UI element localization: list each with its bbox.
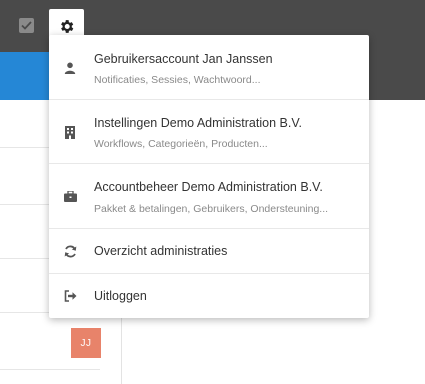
menu-item-title: Gebruikersaccount Jan Janssen bbox=[94, 52, 273, 66]
menu-item-title: Uitloggen bbox=[94, 289, 147, 303]
menu-item-administrations-overview[interactable]: Overzicht administraties bbox=[49, 229, 369, 273]
building-icon bbox=[63, 125, 77, 139]
menu-item-title: Instellingen Demo Administration B.V. bbox=[94, 116, 302, 130]
list-divider bbox=[0, 369, 100, 370]
menu-item-subtitle: Notificaties, Sessies, Wachtwoord... bbox=[94, 74, 261, 86]
menu-item-title: Overzicht administraties bbox=[94, 244, 228, 258]
user-icon bbox=[63, 61, 77, 75]
briefcase-icon bbox=[63, 189, 77, 203]
menu-item-settings[interactable]: Instellingen Demo Administration B.V. Wo… bbox=[49, 100, 369, 163]
gear-icon bbox=[61, 19, 74, 33]
refresh-icon bbox=[63, 244, 77, 258]
menu-item-title: Accountbeheer Demo Administration B.V. bbox=[94, 180, 323, 194]
menu-item-subtitle: Pakket & betalingen, Gebruikers, Onderst… bbox=[94, 203, 329, 215]
checkbox-icon[interactable] bbox=[19, 18, 34, 33]
settings-dropdown-menu: Gebruikersaccount Jan Janssen Notificati… bbox=[49, 35, 369, 318]
avatar[interactable]: JJ bbox=[71, 328, 101, 358]
menu-item-logout[interactable]: Uitloggen bbox=[49, 274, 369, 318]
menu-item-account-management[interactable]: Accountbeheer Demo Administration B.V. P… bbox=[49, 164, 369, 228]
menu-item-user-account[interactable]: Gebruikersaccount Jan Janssen Notificati… bbox=[49, 35, 369, 99]
menu-item-subtitle: Workflows, Categorieën, Producten... bbox=[94, 138, 268, 150]
logout-icon bbox=[63, 289, 77, 303]
